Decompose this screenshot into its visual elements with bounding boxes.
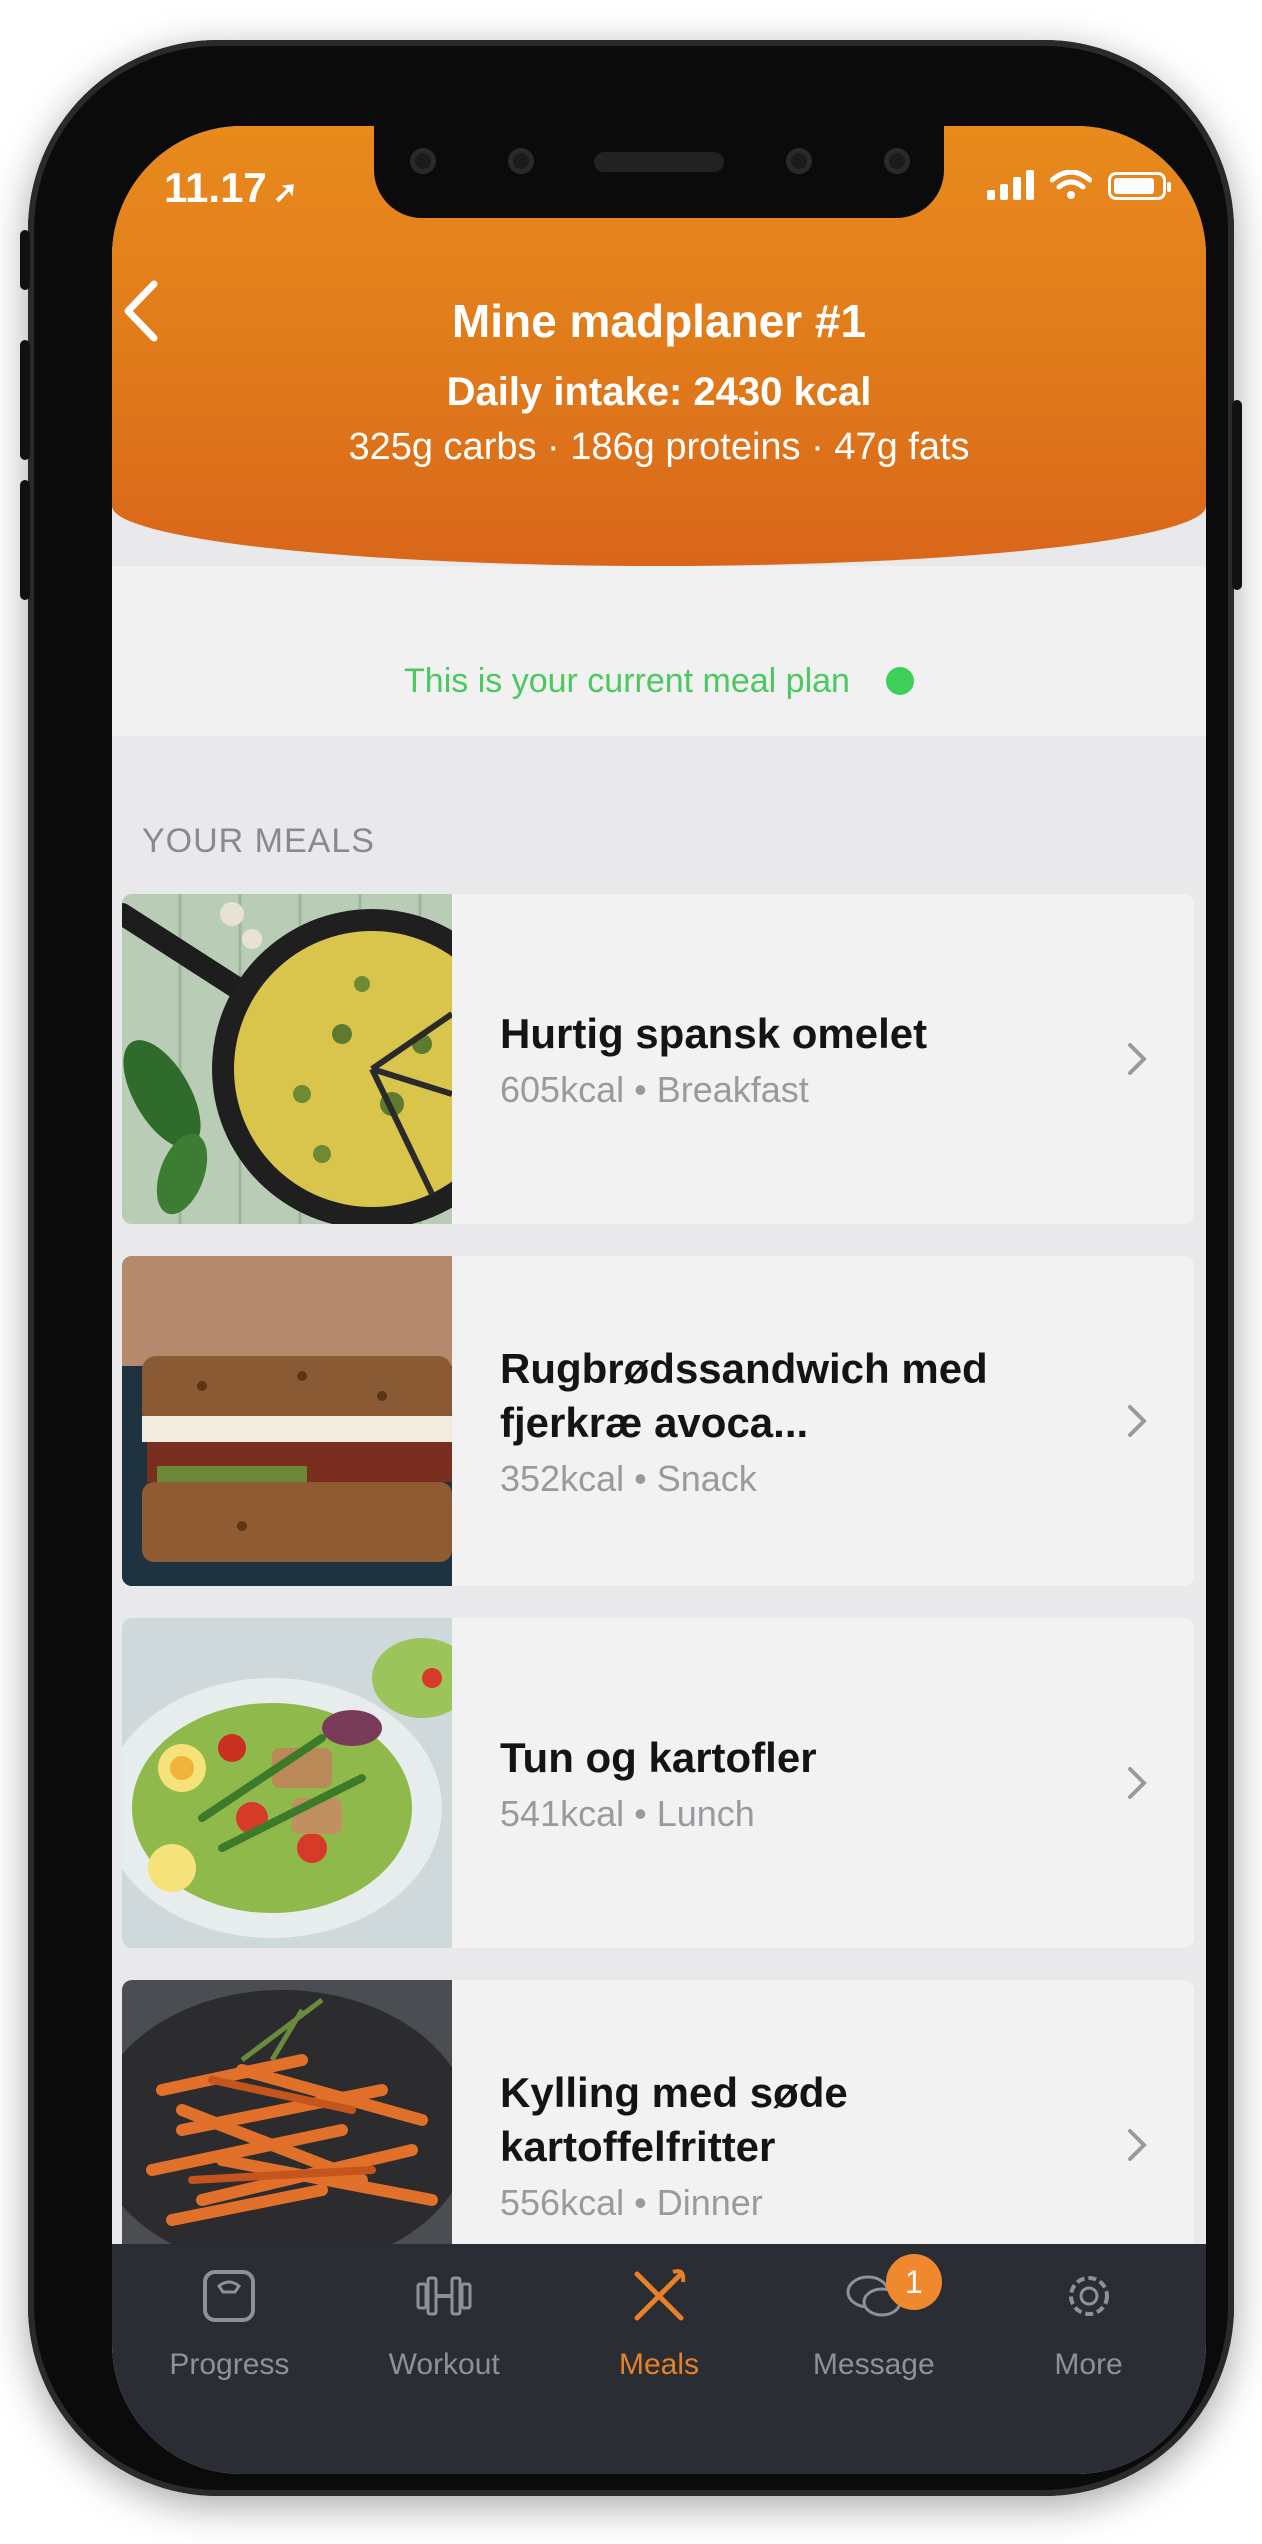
sensor xyxy=(786,148,812,174)
location-arrow-icon: ➚ xyxy=(272,176,298,209)
meal-name: Hurtig spansk omelet xyxy=(500,1010,928,1057)
dumbbell-icon xyxy=(416,2276,472,2316)
tab-more[interactable]: More xyxy=(989,2264,1189,2474)
tab-label: More xyxy=(1054,2348,1123,2381)
tab-progress[interactable]: Progress xyxy=(129,2264,329,2474)
meal-name: Kylling med søde kartoffelfritter xyxy=(500,2069,848,2170)
speaker xyxy=(594,152,724,172)
volume-up-button xyxy=(20,340,30,460)
macros-summary: 325g carbs · 186g proteins · 47g fats xyxy=(348,426,970,468)
signal-icon xyxy=(987,170,1034,200)
mute-switch xyxy=(20,230,30,290)
meal-meta: 605kcal • Breakfast xyxy=(500,1069,809,1110)
meal-name: Rugbrødssandwich med fjerkræ avoca... xyxy=(500,1345,988,1446)
status-icons xyxy=(987,170,1171,200)
tab-label: Workout xyxy=(388,2348,500,2381)
meal-meta: 556kcal • Dinner xyxy=(500,2182,763,2223)
status-time: 11.17 ➚ xyxy=(164,164,298,211)
wifi-icon xyxy=(1050,170,1092,199)
scale-icon xyxy=(203,2270,256,2322)
meal-info: Tun og kartofler 541kcal • Lunch xyxy=(452,1618,1112,1948)
message-badge: 1 xyxy=(885,2254,942,2310)
omelette-photo xyxy=(122,894,452,1224)
tab-workout[interactable]: Workout xyxy=(344,2264,544,2474)
meal-name: Tun og kartofler xyxy=(500,1734,817,1781)
fork-knife-icon xyxy=(634,2269,686,2321)
sensor xyxy=(410,148,436,174)
chevron-right-icon xyxy=(1128,1405,1147,1437)
chevron-right-icon xyxy=(1128,2129,1147,2161)
page-title: Mine madplaner #1 xyxy=(451,295,867,347)
notch xyxy=(374,126,944,218)
tab-label: Message xyxy=(812,2348,935,2381)
tuna-salad-photo xyxy=(122,1618,452,1948)
power-button xyxy=(1232,400,1242,590)
tab-label: Meals xyxy=(618,2348,699,2381)
current-plan-banner: This is your current meal plan xyxy=(112,566,1206,736)
meal-card[interactable]: Tun og kartofler 541kcal • Lunch xyxy=(122,1618,1194,1948)
sensor xyxy=(508,148,534,174)
battery-icon xyxy=(1108,172,1171,200)
tab-message[interactable]: 1 Message xyxy=(774,2254,974,2474)
phone-frame: 11.17 ➚ Mine madplaner #1 Daily intake: 2… xyxy=(20,40,1242,2496)
meal-info: Hurtig spansk omelet 605kcal • Breakfast xyxy=(452,894,1112,1224)
tab-label: Progress xyxy=(169,2348,290,2381)
current-plan-text: This is your current meal plan xyxy=(404,661,850,700)
daily-intake: Daily intake: 2430 kcal xyxy=(446,370,872,414)
meal-info: Rugbrødssandwich med fjerkræ avoca... 35… xyxy=(452,1256,1112,1586)
tab-bar: Progress Workout Meals 1 Message More xyxy=(112,2244,1206,2474)
meal-meta: 541kcal • Lunch xyxy=(500,1793,755,1834)
chevron-right-icon xyxy=(1128,1767,1147,1799)
volume-down-button xyxy=(20,480,30,600)
active-status-dot xyxy=(885,667,914,695)
sandwich-photo xyxy=(122,1256,452,1586)
meal-meta: 352kcal • Snack xyxy=(500,1458,757,1499)
section-label: YOUR MEALS xyxy=(142,822,375,860)
tab-meals[interactable]: Meals xyxy=(559,2264,759,2474)
meal-card[interactable]: Hurtig spansk omelet 605kcal • Breakfast xyxy=(122,894,1194,1224)
app-screen: 11.17 ➚ Mine madplaner #1 Daily intake: 2… xyxy=(112,126,1206,2474)
chevron-right-icon xyxy=(1128,1043,1147,1075)
gear-icon xyxy=(1068,2276,1109,2316)
front-camera xyxy=(884,148,910,174)
meal-card[interactable]: Rugbrødssandwich med fjerkræ avoca... 35… xyxy=(122,1256,1194,1586)
